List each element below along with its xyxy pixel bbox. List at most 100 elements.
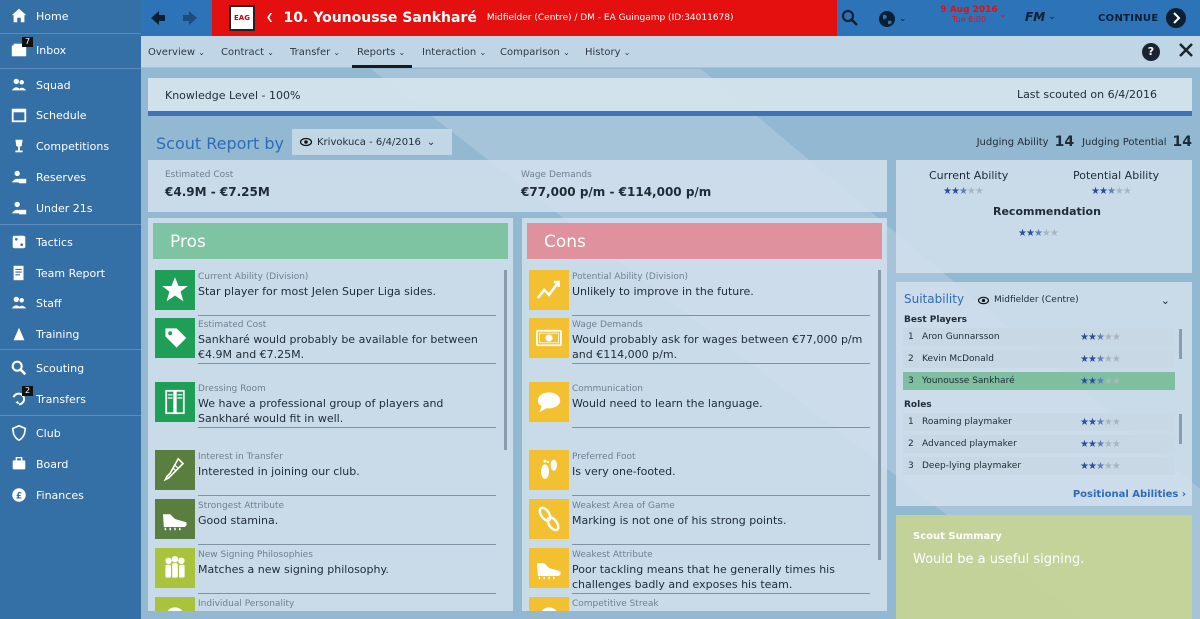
star-icon: ★ xyxy=(1080,438,1089,450)
best-players-scrollbar[interactable] xyxy=(1179,329,1182,359)
board-icon xyxy=(9,454,29,474)
sidebar-item-label: Under 21s xyxy=(36,201,93,215)
chevron-down-icon: ⌄ xyxy=(267,48,274,57)
sidebar-item-competitions[interactable]: Competitions xyxy=(0,131,141,161)
position-label: Midfielder (Centre) xyxy=(994,295,1079,305)
row-name: Deep-lying playmaker xyxy=(922,461,1022,471)
best-player-row[interactable]: 3 Younousse Sankharé ★★★★★ xyxy=(903,372,1175,390)
tactics-icon xyxy=(9,232,29,252)
boot-icon-tile xyxy=(155,499,195,539)
tab-history[interactable]: History ⌄ xyxy=(585,47,630,58)
globe-icon xyxy=(879,11,895,27)
sidebar-item-reserves[interactable]: Reserves xyxy=(0,162,141,192)
search-button[interactable] xyxy=(841,9,861,29)
sidebar-item-label: Inbox xyxy=(36,43,67,57)
star-icon: ★ xyxy=(1111,460,1121,472)
chain-icon-tile xyxy=(529,499,569,539)
item-text: Unlikely to improve in the future. xyxy=(572,285,754,298)
back-button[interactable] xyxy=(149,9,167,27)
star-icon: ★ xyxy=(1111,331,1121,343)
star-icon: ★ xyxy=(966,186,976,197)
sidebar-item-home[interactable]: Home xyxy=(0,1,141,31)
sidebar-item-scouting[interactable]: Scouting xyxy=(0,353,141,383)
row-number: 2 xyxy=(908,354,914,364)
back-arrow-icon xyxy=(151,11,165,25)
roles-scrollbar[interactable] xyxy=(1179,414,1182,444)
search-icon xyxy=(841,9,858,26)
positional-abilities-link[interactable]: Positional Abilities › xyxy=(1073,489,1186,500)
position-selector-dropdown[interactable]: Midfielder (Centre) ⌄ xyxy=(978,292,1178,308)
forward-button[interactable] xyxy=(181,9,199,27)
fm-menu-button[interactable]: FM ⌄ xyxy=(1025,10,1056,24)
tab-overview[interactable]: Overview ⌄ xyxy=(148,47,205,58)
sidebar-item-finances[interactable]: £ Finances xyxy=(0,480,141,510)
sidebar-item-transfers[interactable]: 2 Transfers xyxy=(0,384,141,414)
item-text: Good stamina. xyxy=(198,514,279,527)
roles-label: Roles xyxy=(904,400,932,410)
star-icon: ★ xyxy=(1087,331,1097,343)
item-category: Dressing Room xyxy=(198,384,266,394)
potential-ability-stars: ★★★★★ xyxy=(1091,184,1132,197)
tab-contract[interactable]: Contract ⌄ xyxy=(221,47,274,58)
eye-icon xyxy=(978,296,989,304)
knowledge-level: Knowledge Level - 100% xyxy=(165,89,301,102)
ratings-panel: Current Ability ★★★★★ Potential Ability … xyxy=(896,160,1192,273)
cons-scrollbar[interactable] xyxy=(878,270,881,560)
dressing-room-icon xyxy=(165,389,185,415)
pros-scrollbar[interactable] xyxy=(504,270,507,450)
close-button[interactable] xyxy=(1178,42,1196,60)
pros-title: Pros xyxy=(170,232,206,252)
star-icon: ★ xyxy=(1103,331,1113,343)
tab-comparison[interactable]: Comparison ⌄ xyxy=(500,47,570,58)
chevron-down-icon: ⌄ xyxy=(479,48,487,57)
best-player-row[interactable]: 1 Aron Gunnarsson ★★★★★ xyxy=(903,328,1175,346)
continue-button[interactable]: CONTINUE xyxy=(1098,8,1187,28)
sidebar-item-training[interactable]: Training xyxy=(0,319,141,349)
notification-badge: 7 xyxy=(22,37,34,47)
sidebar-item-board[interactable]: Board xyxy=(0,449,141,479)
world-button[interactable]: ⌄ xyxy=(878,9,914,29)
sidebar-item-label: Squad xyxy=(36,78,71,92)
tab-interaction[interactable]: Interaction ⌄ xyxy=(422,47,486,58)
finances-icon: £ xyxy=(9,485,29,505)
sidebar-item-club[interactable]: Club xyxy=(0,418,141,448)
best-player-row[interactable]: 2 Kevin McDonald ★★★★★ xyxy=(903,350,1175,368)
sidebar-item-under-21s[interactable]: Under 21s xyxy=(0,193,141,223)
role-row[interactable]: 3 Deep-lying playmaker ★★★★★ xyxy=(903,457,1175,475)
item-text: Interested in joining our club. xyxy=(198,465,360,478)
sidebar-item-team-report[interactable]: Team Report xyxy=(0,258,141,288)
cons-item: Weakest Attribute Poor tackling means tha… xyxy=(527,544,872,594)
role-row[interactable]: 1 Roaming playmaker ★★★★★ xyxy=(903,413,1175,431)
tab-reports[interactable]: Reports ⌄ xyxy=(357,47,405,58)
star-icon: ★ xyxy=(1087,460,1097,472)
star-icon: ★ xyxy=(1080,331,1089,343)
cons-item: Competitive Streak xyxy=(527,593,872,611)
scout-selector-dropdown[interactable]: Krivokuca - 6/4/2016 ⌄ xyxy=(292,129,452,155)
help-button[interactable]: ? xyxy=(1142,43,1160,61)
sidebar-item-staff[interactable]: Staff xyxy=(0,288,141,318)
sidebar-item-tactics[interactable]: Tactics xyxy=(0,227,141,257)
tab-label: History xyxy=(585,47,621,58)
club-icon xyxy=(9,423,29,443)
costs-panel: Estimated Cost €4.9M - €7.25M Wage Deman… xyxy=(148,160,887,212)
cons-item: Preferred Foot Is very one-footed. xyxy=(527,446,872,496)
pros-item: Strongest Attribute Good stamina. xyxy=(153,495,498,545)
tab-label: Reports xyxy=(357,47,396,58)
pros-item: Dressing Room We have a professional grou… xyxy=(153,378,498,428)
tab-transfer[interactable]: Transfer ⌄ xyxy=(290,47,340,58)
player-name: 10. Younousse Sankharé xyxy=(283,10,477,26)
sidebar-item-squad[interactable]: Squad xyxy=(0,70,141,100)
tab-label: Overview xyxy=(148,47,196,58)
last-scouted: Last scouted on 6/4/2016 xyxy=(1016,88,1157,101)
pros-item: New Signing Philosophies Matches a new si… xyxy=(153,544,498,594)
item-category: Estimated Cost xyxy=(198,320,267,330)
star-icon: ★ xyxy=(1111,353,1121,365)
club-badge[interactable]: EAG xyxy=(222,3,262,33)
cons-panel: Cons Potential Ability (Division) Unlikel… xyxy=(522,218,887,611)
sidebar-item-schedule[interactable]: Schedule xyxy=(0,100,141,130)
money-icon xyxy=(536,329,562,347)
role-row[interactable]: 2 Advanced playmaker ★★★★★ xyxy=(903,435,1175,453)
item-divider xyxy=(198,363,496,364)
row-stars: ★★★★★ xyxy=(1080,417,1121,428)
sidebar-item-inbox[interactable]: 7 Inbox xyxy=(0,35,141,65)
